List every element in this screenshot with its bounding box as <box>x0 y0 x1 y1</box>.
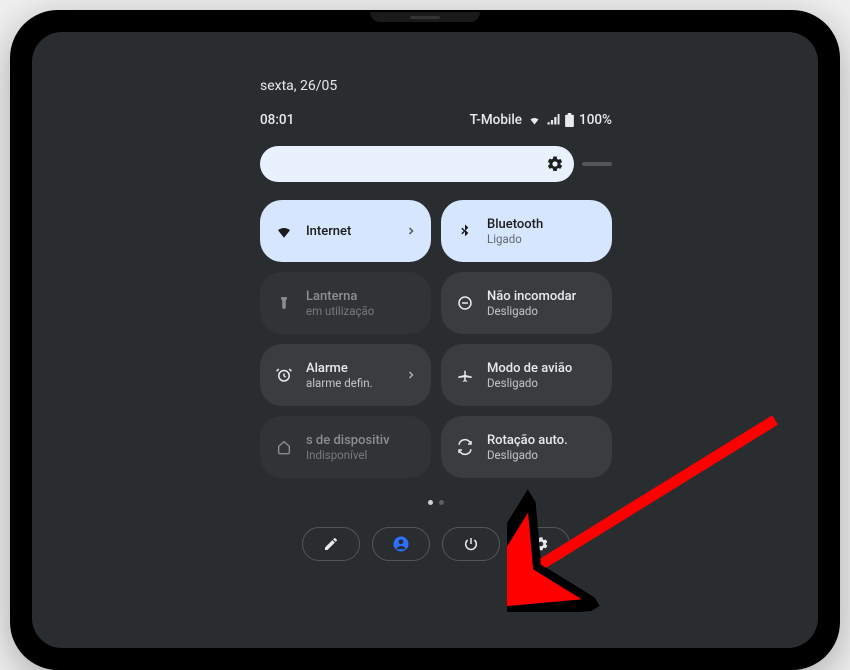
brightness-slider-row <box>260 146 612 182</box>
tile-rotation[interactable]: Rotação auto. Desligado <box>441 416 612 478</box>
date-label: sexta, 26/05 <box>260 78 612 94</box>
tile-label: Rotação auto. <box>487 433 598 448</box>
tile-label: Internet <box>306 224 393 239</box>
tile-devices[interactable]: s de dispositiv Indisponível <box>260 416 431 478</box>
tablet-frame: sexta, 26/05 08:01 T-Mobile 100% <box>10 10 840 670</box>
status-icons: T-Mobile 100% <box>470 112 612 128</box>
avatar-icon <box>392 535 410 553</box>
power-button[interactable] <box>442 527 500 561</box>
power-icon <box>463 536 479 552</box>
tile-label: Não incomodar <box>487 289 598 304</box>
tile-label: Alarme <box>306 361 393 376</box>
quick-tiles-grid: Internet Bluetooth Ligado <box>260 200 612 478</box>
clock-label: 08:01 <box>260 112 294 128</box>
alarm-icon <box>274 366 294 384</box>
brightness-settings-icon[interactable] <box>546 155 564 173</box>
wifi-icon <box>527 114 542 126</box>
tile-label: s de dispositiv <box>306 433 417 448</box>
tile-label: Lanterna <box>306 289 417 304</box>
tile-sublabel: Indisponível <box>306 448 417 462</box>
tile-alarm[interactable]: Alarme alarme defin. <box>260 344 431 406</box>
page-indicator <box>260 500 612 505</box>
brightness-slider[interactable] <box>260 146 574 182</box>
device-notch <box>370 12 480 22</box>
rotation-icon <box>455 438 475 456</box>
dnd-icon <box>455 294 475 312</box>
brightness-remaining <box>582 162 612 166</box>
signal-icon <box>547 114 560 126</box>
tile-bluetooth[interactable]: Bluetooth Ligado <box>441 200 612 262</box>
home-icon <box>274 439 294 455</box>
tile-sublabel: Ligado <box>487 232 598 246</box>
tile-label: Bluetooth <box>487 217 598 232</box>
tile-flashlight[interactable]: Lanterna em utilização <box>260 272 431 334</box>
tile-airplane[interactable]: Modo de avião Desligado <box>441 344 612 406</box>
tile-sublabel: Desligado <box>487 376 598 390</box>
battery-icon <box>565 113 574 127</box>
wifi-icon <box>274 222 294 240</box>
edit-button[interactable] <box>302 527 360 561</box>
tile-sublabel: em utilização <box>306 304 417 318</box>
user-button[interactable] <box>372 527 430 561</box>
quick-settings-panel: sexta, 26/05 08:01 T-Mobile 100% <box>260 78 612 561</box>
tile-dnd[interactable]: Não incomodar Desligado <box>441 272 612 334</box>
gear-icon <box>533 536 549 552</box>
tile-internet[interactable]: Internet <box>260 200 431 262</box>
carrier-label: T-Mobile <box>470 112 522 128</box>
airplane-icon <box>455 366 475 384</box>
tile-sublabel: alarme defin. <box>306 376 393 390</box>
chevron-right-icon <box>405 366 417 385</box>
pencil-icon <box>323 536 339 552</box>
footer-actions <box>260 527 612 561</box>
tile-sublabel: Desligado <box>487 448 598 462</box>
flashlight-icon <box>274 295 294 311</box>
bluetooth-icon <box>455 223 475 239</box>
chevron-right-icon <box>405 222 417 241</box>
settings-button[interactable] <box>512 527 570 561</box>
status-bar: 08:01 T-Mobile 100% <box>260 112 612 128</box>
page-dot-active <box>428 500 433 505</box>
tile-label: Modo de avião <box>487 361 598 376</box>
battery-label: 100% <box>579 112 612 128</box>
screen: sexta, 26/05 08:01 T-Mobile 100% <box>32 32 818 648</box>
page-dot <box>439 500 444 505</box>
tile-sublabel: Desligado <box>487 304 598 318</box>
